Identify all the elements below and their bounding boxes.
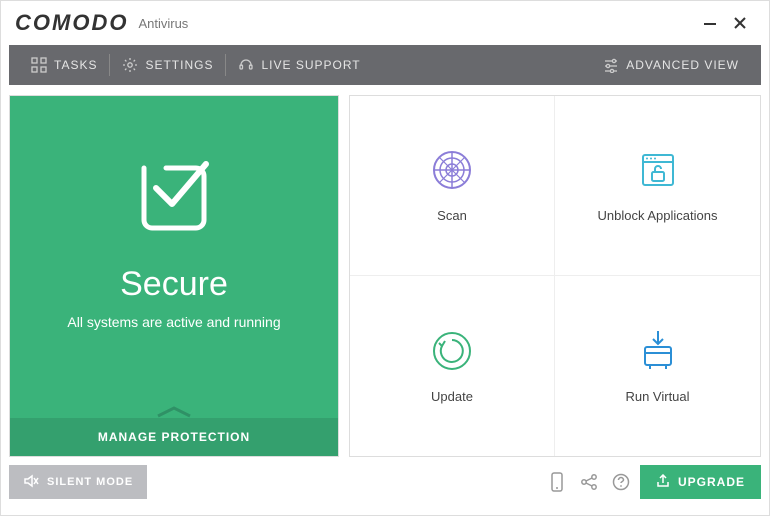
nav-settings[interactable]: SETTINGS <box>110 45 225 85</box>
chevron-up-icon[interactable] <box>154 404 194 418</box>
main-area: Secure All systems are active and runnin… <box>1 85 769 465</box>
status-title: Secure <box>120 265 228 304</box>
help-icon[interactable] <box>608 469 634 495</box>
scan-icon <box>430 148 474 192</box>
mute-icon <box>23 473 39 492</box>
titlebar: COMODO Antivirus <box>1 1 769 45</box>
logo-text: COMODO <box>15 10 128 36</box>
mobile-icon[interactable] <box>544 469 570 495</box>
tile-scan[interactable]: Scan <box>350 96 555 276</box>
tile-run-virtual-label: Run Virtual <box>625 389 689 404</box>
headset-icon <box>238 57 254 73</box>
tile-run-virtual[interactable]: Run Virtual <box>555 276 760 456</box>
top-nav: TASKS SETTINGS LIVE SUPPORT ADVANCED VIE… <box>9 45 761 85</box>
nav-settings-label: SETTINGS <box>145 58 213 72</box>
tile-update-label: Update <box>431 389 473 404</box>
upgrade-button[interactable]: UPGRADE <box>640 465 761 499</box>
tile-unblock-label: Unblock Applications <box>598 208 718 223</box>
tiles-grid: Scan Unblock Applications Update Run Vir… <box>349 95 761 457</box>
sliders-icon <box>603 57 619 73</box>
close-button[interactable] <box>725 8 755 38</box>
upgrade-label: UPGRADE <box>678 475 745 489</box>
run-virtual-icon <box>636 329 680 373</box>
minimize-icon <box>703 16 717 30</box>
close-icon <box>733 16 747 30</box>
status-subtitle: All systems are active and running <box>67 314 280 330</box>
tile-scan-label: Scan <box>437 208 467 223</box>
share-icon[interactable] <box>576 469 602 495</box>
nav-live-support[interactable]: LIVE SUPPORT <box>226 45 372 85</box>
nav-tasks-label: TASKS <box>54 58 97 72</box>
nav-live-support-label: LIVE SUPPORT <box>261 58 360 72</box>
upgrade-icon <box>656 474 670 491</box>
nav-advanced-view-label: ADVANCED VIEW <box>626 58 739 72</box>
minimize-button[interactable] <box>695 8 725 38</box>
silent-mode-button[interactable]: SILENT MODE <box>9 465 147 499</box>
manage-protection-button[interactable]: MANAGE PROTECTION <box>10 418 338 456</box>
secure-check-icon <box>126 144 222 245</box>
nav-advanced-view[interactable]: ADVANCED VIEW <box>591 45 751 85</box>
bottom-bar: SILENT MODE UPGRADE <box>9 465 761 499</box>
unblock-icon <box>636 148 680 192</box>
gear-icon <box>122 57 138 73</box>
update-icon <box>430 329 474 373</box>
status-panel: Secure All systems are active and runnin… <box>9 95 339 457</box>
manage-protection-label: MANAGE PROTECTION <box>98 430 250 444</box>
silent-mode-label: SILENT MODE <box>47 476 133 488</box>
nav-tasks[interactable]: TASKS <box>19 45 109 85</box>
tasks-icon <box>31 57 47 73</box>
tile-unblock[interactable]: Unblock Applications <box>555 96 760 276</box>
tile-update[interactable]: Update <box>350 276 555 456</box>
product-name: Antivirus <box>138 16 188 31</box>
